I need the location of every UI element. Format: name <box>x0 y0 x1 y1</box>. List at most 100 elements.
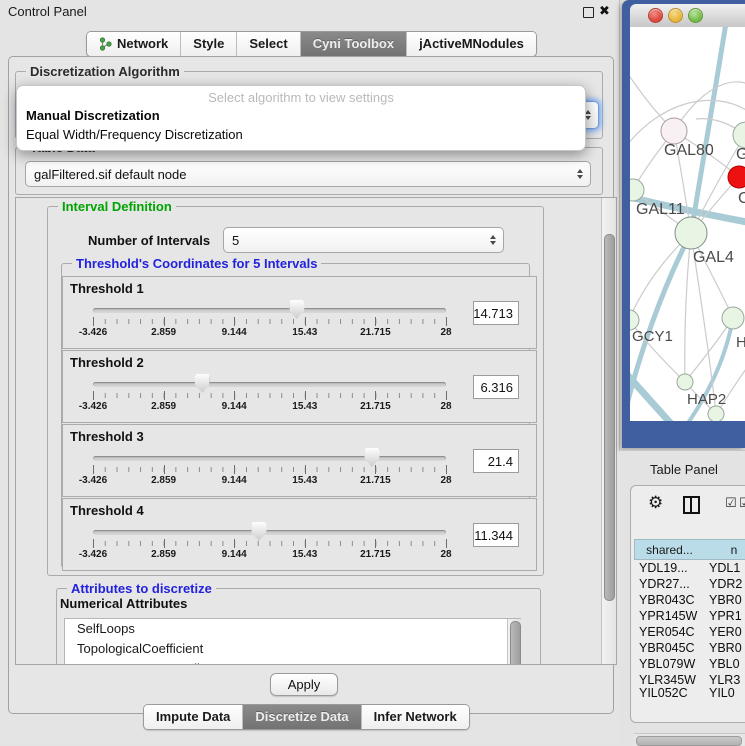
close-traffic-light[interactable] <box>648 8 663 23</box>
algorithm-popup-hint: Select algorithm to view settings <box>17 90 585 105</box>
gear-icon[interactable]: ⚙ <box>648 493 663 513</box>
threshold-4-value-field[interactable]: 11.344 <box>473 523 519 547</box>
control-panel-titlebar: Control Panel ✖ <box>0 0 619 24</box>
algorithm-dropdown-popup: Select algorithm to view settings Manual… <box>16 85 586 151</box>
threshold-1-value-field[interactable]: 14.713 <box>473 301 519 325</box>
combo-stepper-icon <box>490 235 496 245</box>
threshold-2-slider-track[interactable] <box>93 382 446 387</box>
node-label: GA <box>736 146 745 163</box>
table-row[interactable]: YBR043CYBR0 <box>634 592 745 608</box>
tick-marks <box>93 319 447 324</box>
number-of-intervals-label: Number of Intervals <box>88 233 210 248</box>
threshold-3-slider-track[interactable] <box>93 456 446 461</box>
table-row[interactable]: YBR045CYBR0 <box>634 640 745 656</box>
list-scrollbar[interactable] <box>507 619 521 665</box>
threshold-3-slider-thumb[interactable] <box>364 448 379 467</box>
number-of-intervals-combobox[interactable]: 5 <box>223 227 504 253</box>
close-icon[interactable]: ✖ <box>599 3 610 19</box>
table-row[interactable]: YIL052CYIL0 <box>634 688 745 698</box>
numerical-attributes-list: SelfLoops TopologicalCoefficient Between… <box>64 618 521 665</box>
tab-jactivemnodules[interactable]: jActiveMNodules <box>407 32 536 56</box>
node-right-top[interactable] <box>733 122 745 148</box>
threshold-1-panel: Threshold 1 -3.426 2.859 9.144 15.43 21.… <box>62 276 537 349</box>
node-red-selected[interactable] <box>728 166 745 188</box>
node-bottom[interactable] <box>708 406 724 421</box>
tab-network[interactable]: Network <box>87 32 181 56</box>
list-item[interactable]: BetweennessCentrality <box>65 659 520 665</box>
network-icon <box>99 37 112 51</box>
threshold-4-slider-track[interactable] <box>93 530 446 535</box>
scale-labels: -3.426 2.859 9.144 15.43 21.715 28 <box>93 327 446 339</box>
threshold-1-slider-track[interactable] <box>93 308 446 313</box>
node-h[interactable] <box>722 307 744 329</box>
table-panel: Table Panel ⚙ ☑ ☑ shared... n YDL19...YD… <box>619 450 745 746</box>
node-gal80[interactable] <box>661 118 687 144</box>
checkbox-icon[interactable]: ☑ <box>725 495 737 511</box>
scale-labels: -3.426 2.859 9.144 15.43 21.715 28 <box>93 401 446 413</box>
table-row[interactable]: YPR145WYPR1 <box>634 608 745 624</box>
node-label: GAL11 <box>636 201 685 218</box>
settings-scroll-pane: Interval Definition Number of Intervals … <box>15 197 617 665</box>
list-item[interactable]: SelfLoops <box>65 619 520 639</box>
scale-labels: -3.426 2.859 9.144 15.43 21.715 28 <box>93 475 446 487</box>
threshold-4-label: Threshold 4 <box>70 503 144 518</box>
threshold-3-value-field[interactable]: 21.4 <box>473 449 519 473</box>
table-row[interactable]: YDR27...YDR2 <box>634 576 745 592</box>
network-window-titlebar[interactable] <box>630 4 745 28</box>
bottom-tab-bar: Impute Data Discretize Data Infer Networ… <box>143 704 470 730</box>
threshold-3-panel: Threshold 3 -3.426 2.859 9.144 15.43 21.… <box>62 424 537 497</box>
zoom-traffic-light[interactable] <box>688 8 703 23</box>
tab-discretize-data[interactable]: Discretize Data <box>243 705 361 729</box>
tick-marks <box>93 393 447 398</box>
list-item[interactable]: TopologicalCoefficient <box>65 639 520 659</box>
column-layout-icon[interactable] <box>683 496 700 514</box>
tab-infer-network[interactable]: Infer Network <box>362 705 469 729</box>
minimize-traffic-light[interactable] <box>668 8 683 23</box>
threshold-2-slider-thumb[interactable] <box>195 374 210 393</box>
combo-stepper-icon <box>577 169 583 179</box>
table-panel-title: Table Panel <box>650 462 718 477</box>
table-row[interactable]: YER054CYER0 <box>634 624 745 640</box>
network-graph: GAL80 GA C GAL11 GAL4 GCY1 H HAP2 <box>630 27 745 421</box>
node-hap2[interactable] <box>677 374 693 390</box>
node-label: HAP2 <box>687 391 726 408</box>
tab-cyni-toolbox[interactable]: Cyni Toolbox <box>301 32 407 56</box>
node-table: shared... n YDL19...YDL1 YDR27...YDR2 YB… <box>634 539 745 698</box>
control-panel-title: Control Panel <box>8 4 87 19</box>
table-row[interactable]: YDL19...YDL1 <box>634 560 745 576</box>
control-panel: Control Panel ✖ Network Style Select Cyn… <box>0 0 620 745</box>
table-panel-body: ⚙ ☑ ☑ shared... n YDL19...YDL1 YDR27...Y… <box>630 485 745 723</box>
tab-impute-data[interactable]: Impute Data <box>144 705 243 729</box>
float-window-icon[interactable] <box>583 7 594 18</box>
popup-option-equal-width-frequency[interactable]: Equal Width/Frequency Discretization <box>26 127 243 142</box>
popup-option-manual-discretization[interactable]: Manual Discretization <box>26 108 160 123</box>
threshold-3-label: Threshold 3 <box>70 429 144 444</box>
threshold-2-label: Threshold 2 <box>70 355 144 370</box>
tab-select[interactable]: Select <box>237 32 300 56</box>
column-header-name[interactable]: n <box>704 539 745 560</box>
table-row[interactable]: YLR345WYLR3 <box>634 672 745 688</box>
threshold-2-value-field[interactable]: 6.316 <box>473 375 519 399</box>
node-gcy1[interactable] <box>630 310 639 330</box>
checkbox-icon[interactable]: ☑ <box>739 495 745 511</box>
node-label: GCY1 <box>632 328 673 345</box>
node-label: C <box>738 190 745 207</box>
network-view-window: GAL80 GA C GAL11 GAL4 GCY1 H HAP2 <box>622 0 745 448</box>
node-gal4[interactable] <box>675 217 707 249</box>
apply-button[interactable]: Apply <box>270 673 338 696</box>
thresholds-group-title: Threshold's Coordinates for 5 Intervals <box>72 256 321 271</box>
settings-scrollbar[interactable] <box>601 198 616 664</box>
network-canvas[interactable]: GAL80 GA C GAL11 GAL4 GCY1 H HAP2 <box>630 27 745 421</box>
node-label: H <box>736 334 745 351</box>
interval-definition-group-title: Interval Definition <box>58 199 176 214</box>
threshold-1-slider-thumb[interactable] <box>289 300 304 319</box>
table-header-row: shared... n <box>634 539 745 560</box>
threshold-4-slider-thumb[interactable] <box>251 522 266 541</box>
tab-style[interactable]: Style <box>181 32 237 56</box>
cyni-toolbox-pane: Discretization Algorithm Select algorith… <box>8 56 614 714</box>
table-data-combobox[interactable]: galFiltered.sif default node <box>25 161 591 187</box>
column-header-shared-name[interactable]: shared... <box>634 539 704 560</box>
scale-labels: -3.426 2.859 9.144 21.715 15.43 28 <box>93 549 446 561</box>
table-row[interactable]: YBL079WYBL0 <box>634 656 745 672</box>
table-horizontal-scrollbar[interactable] <box>634 733 745 745</box>
